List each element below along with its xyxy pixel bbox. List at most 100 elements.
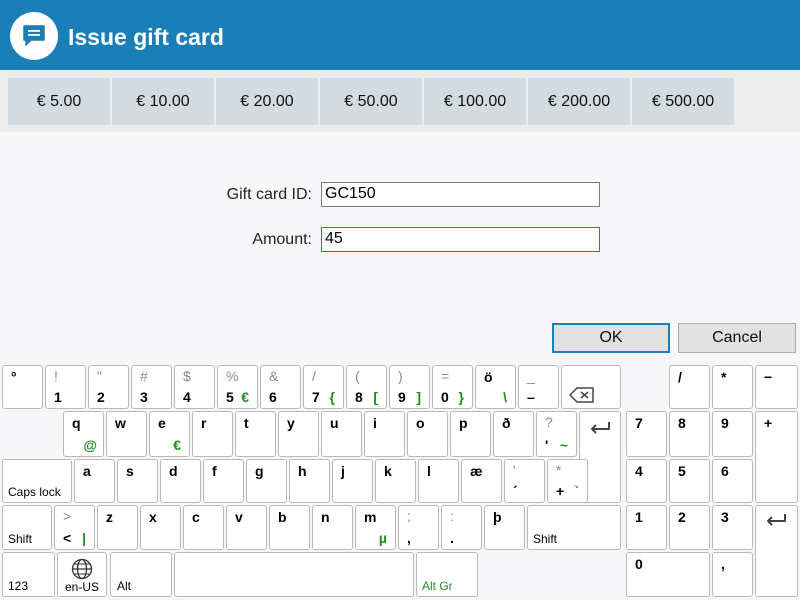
key-9[interactable]: ) 9 ] [389,365,430,409]
key-y[interactable]: y [278,411,319,457]
key-m[interactable]: m µ [355,505,396,550]
shift-right-key[interactable]: Shift [527,505,621,550]
shift-left-key[interactable]: Shift [2,505,52,550]
key-period[interactable]: : . [441,505,482,550]
key-e[interactable]: e € [149,411,190,457]
key-main-char: æ [470,463,483,479]
key-degree[interactable]: ° [2,365,43,409]
language-key[interactable]: en-US [57,552,107,597]
key-altgr-char: @ [83,437,97,453]
num-mode-key[interactable]: 123 [2,552,55,597]
numpad-1-key[interactable]: 1 [626,505,667,550]
numpad-9-key[interactable]: 9 [712,411,753,457]
key-s[interactable]: s [117,459,158,503]
space-key[interactable] [174,552,414,597]
key-main-char: k [384,463,392,479]
key-b[interactable]: b [269,505,310,550]
key-main-char: – [527,389,535,405]
backspace-key[interactable] [561,365,621,409]
key-dash[interactable]: _ – [518,365,559,409]
amount-preset-button[interactable]: € 500.00 [632,78,734,125]
key-x[interactable]: x [140,505,181,550]
key-shift-char: ( [355,368,360,384]
numpad-7-key[interactable]: 7 [626,411,667,457]
key-o-umlaut[interactable]: ö \ [475,365,516,409]
numpad-6-key[interactable]: 6 [712,459,753,503]
cancel-button[interactable]: Cancel [678,323,796,353]
key-g[interactable]: g [246,459,287,503]
numpad-4-key[interactable]: 4 [626,459,667,503]
key-f[interactable]: f [203,459,244,503]
key-5[interactable]: % 5 € [217,365,258,409]
key-k[interactable]: k [375,459,416,503]
amount-field[interactable]: 45 [321,227,600,252]
key-d[interactable]: d [160,459,201,503]
ok-button[interactable]: OK [552,323,670,353]
key-r[interactable]: r [192,411,233,457]
numpad-2-key[interactable]: 2 [669,505,710,550]
amount-preset-button[interactable]: € 200.00 [528,78,630,125]
key-1[interactable]: ! 1 [45,365,86,409]
key-w[interactable]: w [106,411,147,457]
key-z[interactable]: z [97,505,138,550]
key-q[interactable]: q @ [63,411,104,457]
numpad-0-key[interactable]: 0 [626,552,710,597]
key-shift-char: _ [527,368,535,384]
amount-label: Amount: [252,231,312,248]
numpad-comma-key[interactable]: , [712,552,753,597]
key-v[interactable]: v [226,505,267,550]
gift-card-id-field[interactable]: GC150 [321,182,600,207]
alt-key[interactable]: Alt [110,552,172,597]
key-j[interactable]: j [332,459,373,503]
amount-preset-button[interactable]: € 10.00 [112,78,214,125]
key-n[interactable]: n [312,505,353,550]
amount-preset-button[interactable]: € 20.00 [216,78,318,125]
key-p[interactable]: p [450,411,491,457]
key-main-char: 6 [269,389,277,405]
key-comma[interactable]: ; , [398,505,439,550]
key-t[interactable]: t [235,411,276,457]
key-a[interactable]: a [74,459,115,503]
key-c[interactable]: c [183,505,224,550]
alt-label: Alt [117,579,132,593]
key-shift-char: * [556,462,562,478]
key-ae[interactable]: æ [461,459,502,503]
numpad-multiply-key[interactable]: * [712,365,753,409]
amount-preset-button[interactable]: € 100.00 [424,78,526,125]
enter-icon [591,422,610,434]
key-i[interactable]: i [364,411,405,457]
numpad-minus-key[interactable]: − [755,365,798,409]
key-4[interactable]: $ 4 [174,365,215,409]
key-main-char: 4 [635,463,643,479]
key-plus[interactable]: * + ` [547,459,588,503]
numpad-enter-key[interactable] [755,505,798,597]
key-acute[interactable]: ' ´ [504,459,545,503]
key-2[interactable]: " 2 [88,365,129,409]
key-o[interactable]: o [407,411,448,457]
caps-lock-key[interactable]: Caps lock [2,459,72,503]
key-less-than[interactable]: > < | [54,505,95,550]
key-apostrophe[interactable]: ? ' ~ [536,411,577,457]
numpad-divide-key[interactable]: / [669,365,710,409]
key-3[interactable]: # 3 [131,365,172,409]
key-0[interactable]: = 0 } [432,365,473,409]
key-main-char: a [83,463,91,479]
key-l[interactable]: l [418,459,459,503]
amount-preset-button[interactable]: € 5.00 [8,78,110,125]
key-8[interactable]: ( 8 [ [346,365,387,409]
key-u[interactable]: u [321,411,362,457]
numpad-8-key[interactable]: 8 [669,411,710,457]
amount-preset-button[interactable]: € 50.00 [320,78,422,125]
numpad-5-key[interactable]: 5 [669,459,710,503]
key-main-char: w [115,415,126,431]
alt-gr-key[interactable]: Alt Gr [416,552,478,597]
key-thorn[interactable]: þ [484,505,525,550]
numpad-3-key[interactable]: 3 [712,505,753,550]
backspace-icon [569,387,594,403]
key-7[interactable]: / 7 { [303,365,344,409]
key-h[interactable]: h [289,459,330,503]
key-main-char: ö [484,369,493,385]
key-eth[interactable]: ð [493,411,534,457]
key-6[interactable]: & 6 [260,365,301,409]
numpad-plus-key[interactable]: + [755,411,798,503]
